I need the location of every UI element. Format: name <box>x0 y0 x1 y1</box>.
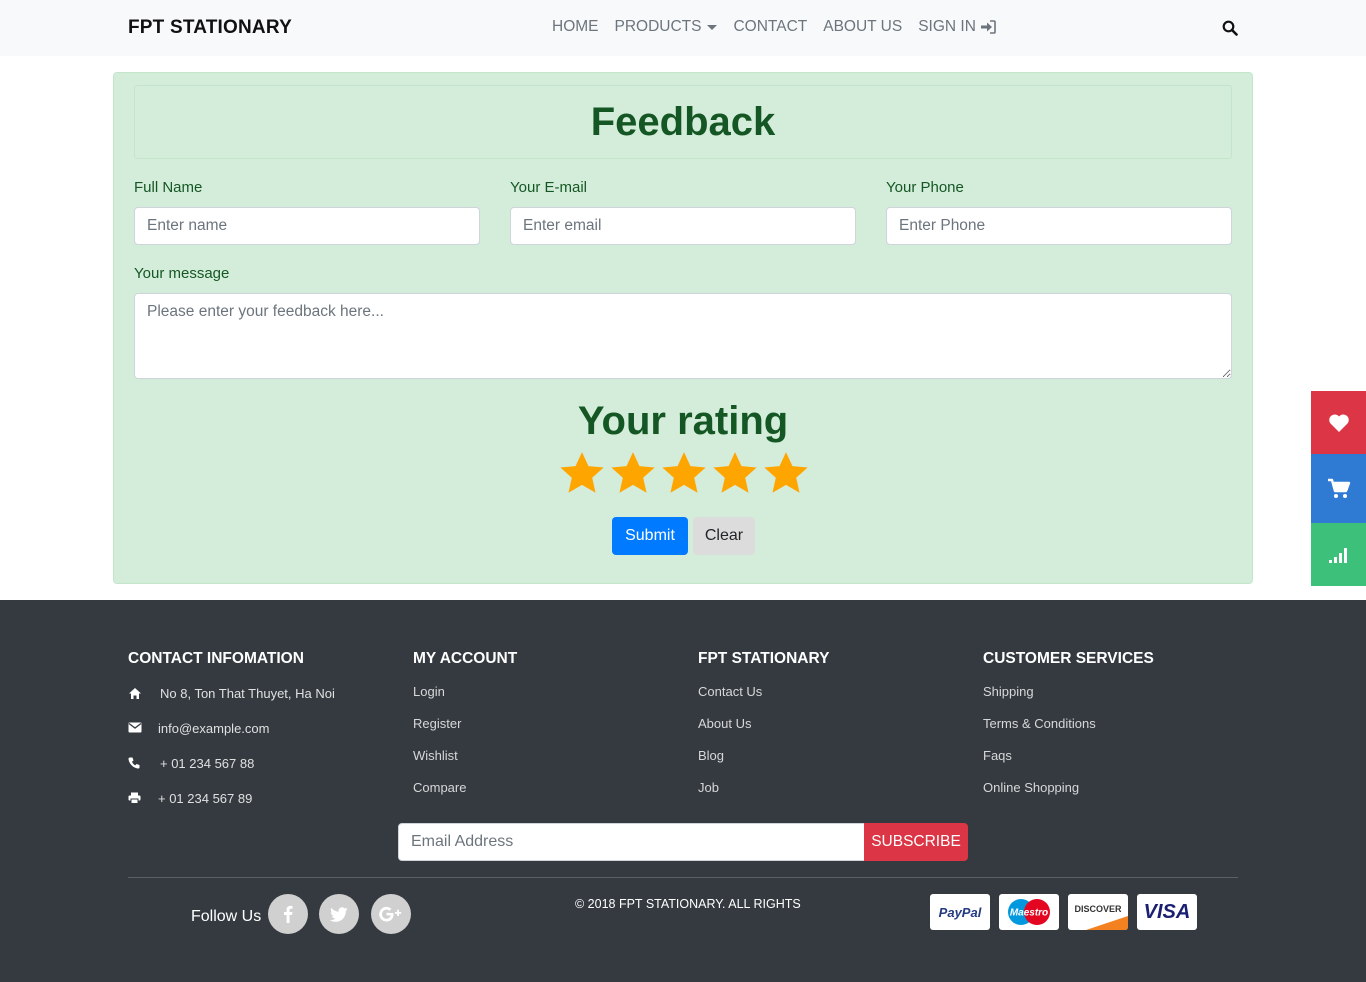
footer-link-faqs[interactable]: Faqs <box>983 748 1012 763</box>
star-icon[interactable] <box>761 449 811 499</box>
main-nav: HOME PRODUCTS CONTACT ABOUT US SIGN IN <box>552 18 1012 36</box>
signal-icon <box>1328 547 1347 563</box>
star-icon[interactable] <box>557 449 607 499</box>
phone-input[interactable] <box>886 207 1232 245</box>
maestro-logo: Maestro <box>1008 899 1050 925</box>
feedback-title-box: Feedback <box>134 85 1232 159</box>
footer-link-terms[interactable]: Terms & Conditions <box>983 716 1096 731</box>
maestro-badge: Maestro <box>999 894 1059 930</box>
paypal-badge: PayPal <box>930 894 990 930</box>
paypal-logo-text: PayPal <box>938 904 982 920</box>
message-textarea[interactable] <box>134 293 1232 379</box>
chevron-down-icon <box>707 24 718 30</box>
contact-address: No 8, Ton That Thuyet, Ha Noi <box>128 686 335 701</box>
follow-us-label: Follow Us <box>191 908 262 925</box>
star-icon[interactable] <box>659 449 709 499</box>
nav-sign-in[interactable]: SIGN IN <box>918 18 996 36</box>
site-footer: CONTACT INFOMATION No 8, Ton That Thuyet… <box>0 600 1366 982</box>
phone-icon <box>128 757 142 771</box>
feedback-card: Feedback Full Name Your E-mail Your Phon… <box>113 72 1253 584</box>
feedback-title: Feedback <box>590 100 776 144</box>
discover-logo-text: DISCOVER <box>1074 904 1122 914</box>
footer-link-blog[interactable]: Blog <box>698 748 724 763</box>
heart-icon <box>1328 413 1349 432</box>
footer-link-online-shopping[interactable]: Online Shopping <box>983 780 1079 795</box>
star-icon[interactable] <box>710 449 760 499</box>
search-icon[interactable] <box>1222 20 1238 36</box>
discover-stripe <box>1086 916 1128 930</box>
email-label: Your E-mail <box>510 179 587 196</box>
nav-about-us[interactable]: ABOUT US <box>823 18 902 36</box>
footer-link-wishlist[interactable]: Wishlist <box>413 748 458 763</box>
footer-link-about-us[interactable]: About Us <box>698 716 751 731</box>
full-name-input[interactable] <box>134 207 480 245</box>
footer-link-job[interactable]: Job <box>698 780 719 795</box>
subscribe-button[interactable]: SUBSCRIBE <box>864 823 968 861</box>
facebook-icon <box>284 905 293 923</box>
maestro-logo-text: Maestro <box>1010 908 1048 919</box>
phone-label: Your Phone <box>886 179 964 196</box>
subscribe-email-input[interactable] <box>398 823 865 861</box>
footer-link-login[interactable]: Login <box>413 684 445 699</box>
fax-text: + 01 234 567 89 <box>158 791 253 806</box>
services-title: CUSTOMER SERVICES <box>983 650 1154 667</box>
account-title: MY ACCOUNT <box>413 650 518 667</box>
print-icon <box>128 792 142 806</box>
sign-in-icon <box>980 20 996 34</box>
cart-icon <box>1327 478 1350 498</box>
message-label: Your message <box>134 265 230 282</box>
visa-logo-text: VISA <box>1143 900 1191 923</box>
facebook-button[interactable] <box>268 894 308 934</box>
cart-side-button[interactable] <box>1311 454 1366 523</box>
google-plus-icon <box>379 906 402 922</box>
email-text: info@example.com <box>158 721 270 736</box>
nav-home[interactable]: HOME <box>552 18 599 36</box>
company-title: FPT STATIONARY <box>698 650 830 667</box>
star-icon[interactable] <box>608 449 658 499</box>
nav-products-label: PRODUCTS <box>614 18 702 35</box>
nav-products[interactable]: PRODUCTS <box>615 18 718 36</box>
rating-title: Your rating <box>577 399 789 443</box>
contact-title: CONTACT INFOMATION <box>128 650 304 667</box>
top-navbar: FPT STATIONARY HOME PRODUCTS CONTACT ABO… <box>0 0 1366 56</box>
twitter-icon <box>330 906 348 922</box>
contact-email: info@example.com <box>128 721 269 736</box>
footer-link-shipping[interactable]: Shipping <box>983 684 1034 699</box>
contact-fax: + 01 234 567 89 <box>128 791 252 806</box>
brand-logo[interactable]: FPT STATIONARY <box>128 17 292 39</box>
nav-sign-in-label: SIGN IN <box>918 18 976 35</box>
copyright-text: © 2018 FPT STATIONARY. ALL RIGHTS <box>575 897 801 911</box>
envelope-icon <box>128 722 142 736</box>
wishlist-side-button[interactable] <box>1311 391 1366 454</box>
phone-text: + 01 234 567 88 <box>160 756 255 771</box>
nav-contact[interactable]: CONTACT <box>733 18 807 36</box>
footer-link-compare[interactable]: Compare <box>413 780 466 795</box>
full-name-label: Full Name <box>134 179 203 196</box>
compare-side-button[interactable] <box>1311 523 1366 586</box>
footer-divider <box>128 877 1238 878</box>
footer-link-contact-us[interactable]: Contact Us <box>698 684 762 699</box>
google-plus-button[interactable] <box>371 894 411 934</box>
star-rating <box>557 449 812 499</box>
twitter-button[interactable] <box>319 894 359 934</box>
footer-link-register[interactable]: Register <box>413 716 461 731</box>
discover-badge: DISCOVER <box>1068 894 1128 930</box>
email-input[interactable] <box>510 207 856 245</box>
visa-badge: VISA <box>1137 894 1197 930</box>
clear-button[interactable]: Clear <box>693 517 755 555</box>
submit-button[interactable]: Submit <box>612 517 688 555</box>
home-icon <box>128 687 142 701</box>
contact-phone: + 01 234 567 88 <box>128 756 254 771</box>
address-text: No 8, Ton That Thuyet, Ha Noi <box>160 686 335 701</box>
